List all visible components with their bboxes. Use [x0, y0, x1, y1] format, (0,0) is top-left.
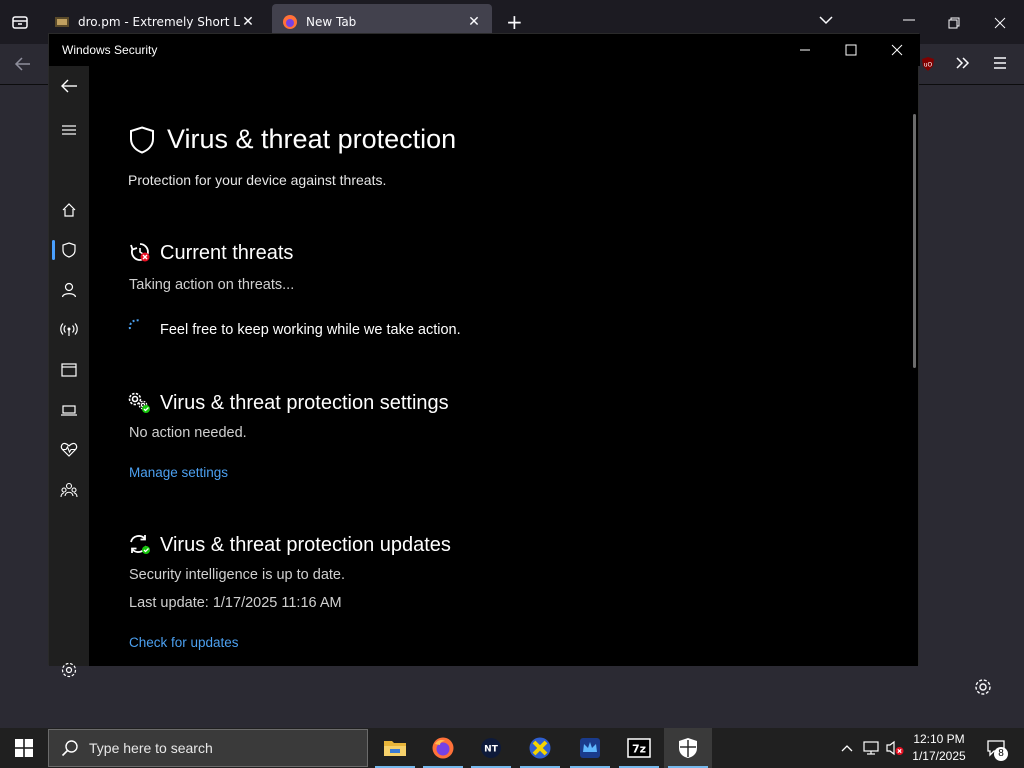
- window-title: Windows Security: [62, 43, 158, 57]
- search-icon: [61, 739, 79, 757]
- x-app-icon: [529, 737, 551, 759]
- browser-restore-icon[interactable]: [948, 14, 960, 33]
- taskbar-7zip[interactable]: 7z: [615, 728, 663, 768]
- page-subtitle: Protection for your device against threa…: [128, 172, 387, 188]
- close-tab-icon[interactable]: ✕: [240, 14, 256, 30]
- windows-security-shield-icon: [679, 738, 697, 758]
- taskbar-app-nt[interactable]: NT: [467, 728, 515, 768]
- hamburger-menu-button[interactable]: [57, 118, 81, 142]
- tab-title: New Tab: [306, 15, 357, 29]
- protection-settings-status: No action needed.: [129, 425, 247, 441]
- device-security-laptop-icon[interactable]: [57, 398, 81, 422]
- ublock-origin-icon[interactable]: uO: [920, 56, 936, 76]
- windows-logo-icon: [15, 739, 33, 757]
- taskbar-clock[interactable]: 12:10 PM 1/17/2025: [905, 731, 973, 765]
- manage-settings-link[interactable]: Manage settings: [129, 465, 228, 480]
- svg-text:7z: 7z: [632, 743, 646, 756]
- protection-settings-gears-icon: [128, 392, 152, 419]
- page-title: Virus & threat protection: [167, 124, 457, 154]
- window-maximize-button[interactable]: [828, 34, 874, 66]
- firewall-network-icon[interactable]: [57, 318, 81, 342]
- protection-updates-status: Security intelligence is up to date.: [129, 567, 346, 583]
- taskbar-file-explorer[interactable]: [371, 728, 419, 768]
- progress-spinner-icon: [127, 318, 145, 341]
- check-for-updates-link[interactable]: Check for updates: [129, 635, 239, 650]
- device-health-heart-icon[interactable]: [57, 438, 81, 462]
- firefox-icon: [432, 737, 454, 759]
- window-close-button[interactable]: [874, 34, 920, 66]
- vertical-scrollbar[interactable]: [913, 114, 916, 368]
- tab-title: dro.pm - Extremely Short Links: [78, 15, 240, 29]
- back-arrow-icon[interactable]: [14, 56, 32, 76]
- tray-show-hidden-icons[interactable]: [838, 728, 856, 768]
- shield-icon[interactable]: [52, 238, 81, 262]
- shield-outline-icon: [129, 126, 155, 159]
- clock-date: 1/17/2025: [912, 749, 966, 763]
- protection-updates-heading: Virus & threat protection updates: [160, 534, 451, 556]
- action-center-button[interactable]: 8: [978, 728, 1014, 768]
- window-title-bar[interactable]: Windows Security: [49, 34, 920, 66]
- browser-minimize-icon[interactable]: [902, 12, 916, 31]
- taskbar-app-crown[interactable]: [566, 728, 614, 768]
- firefox-favicon-icon: [282, 14, 298, 30]
- network-icon[interactable]: [860, 728, 882, 768]
- navigation-sidebar: [49, 66, 89, 678]
- start-button[interactable]: [0, 728, 48, 768]
- clock-time: 12:10 PM: [913, 732, 965, 746]
- nt-app-icon: NT: [481, 738, 501, 758]
- current-threats-icon: [129, 241, 151, 268]
- protection-updates-icon: [128, 533, 152, 560]
- family-options-icon[interactable]: [57, 478, 81, 502]
- close-tab-icon[interactable]: ✕: [466, 14, 482, 30]
- window-minimize-button[interactable]: [782, 34, 828, 66]
- taskbar-firefox[interactable]: [419, 728, 467, 768]
- more-tools-chevrons-icon[interactable]: [955, 55, 971, 75]
- tab-list-icon[interactable]: [10, 12, 30, 36]
- settings-gear-icon[interactable]: [57, 658, 81, 682]
- search-placeholder: Type here to search: [89, 740, 213, 756]
- tab-overflow-chevron-icon[interactable]: [818, 12, 834, 32]
- taskbar-windows-security[interactable]: [664, 728, 712, 768]
- app-browser-control-icon[interactable]: [57, 358, 81, 382]
- protection-settings-heading: Virus & threat protection settings: [160, 392, 449, 414]
- 7zip-icon: 7z: [627, 738, 651, 758]
- taskbar: Type here to search NT 7z 12:10 PM 1/17/…: [0, 728, 1024, 768]
- file-explorer-icon: [384, 741, 406, 756]
- taskbar-search-box[interactable]: Type here to search: [48, 729, 368, 767]
- hamburger-menu-icon[interactable]: [992, 55, 1008, 75]
- current-threats-heading: Current threats: [160, 242, 294, 264]
- settings-gear-icon[interactable]: [973, 677, 993, 697]
- volume-muted-icon[interactable]: [884, 728, 906, 768]
- taskbar-app-x[interactable]: [516, 728, 564, 768]
- dropm-favicon-icon: [54, 14, 70, 30]
- account-person-icon[interactable]: [57, 278, 81, 302]
- new-tab-plus-icon[interactable]: +: [506, 10, 523, 34]
- progress-message: Feel free to keep working while we take …: [160, 322, 461, 338]
- crown-app-icon: [580, 738, 600, 758]
- windows-security-window: Windows Security Virus & threat protecti…: [48, 33, 920, 678]
- back-button[interactable]: [57, 74, 81, 98]
- current-threats-status: Taking action on threats...: [129, 277, 295, 293]
- svg-text:NT: NT: [484, 745, 499, 755]
- browser-close-icon[interactable]: [994, 14, 1006, 33]
- svg-text:uO: uO: [924, 62, 933, 69]
- home-icon[interactable]: [57, 198, 81, 222]
- main-content: Virus & threat protection Protection for…: [89, 66, 918, 666]
- last-update-text: Last update: 1/17/2025 11:16 AM: [129, 595, 342, 611]
- notification-count-badge: 8: [994, 747, 1008, 761]
